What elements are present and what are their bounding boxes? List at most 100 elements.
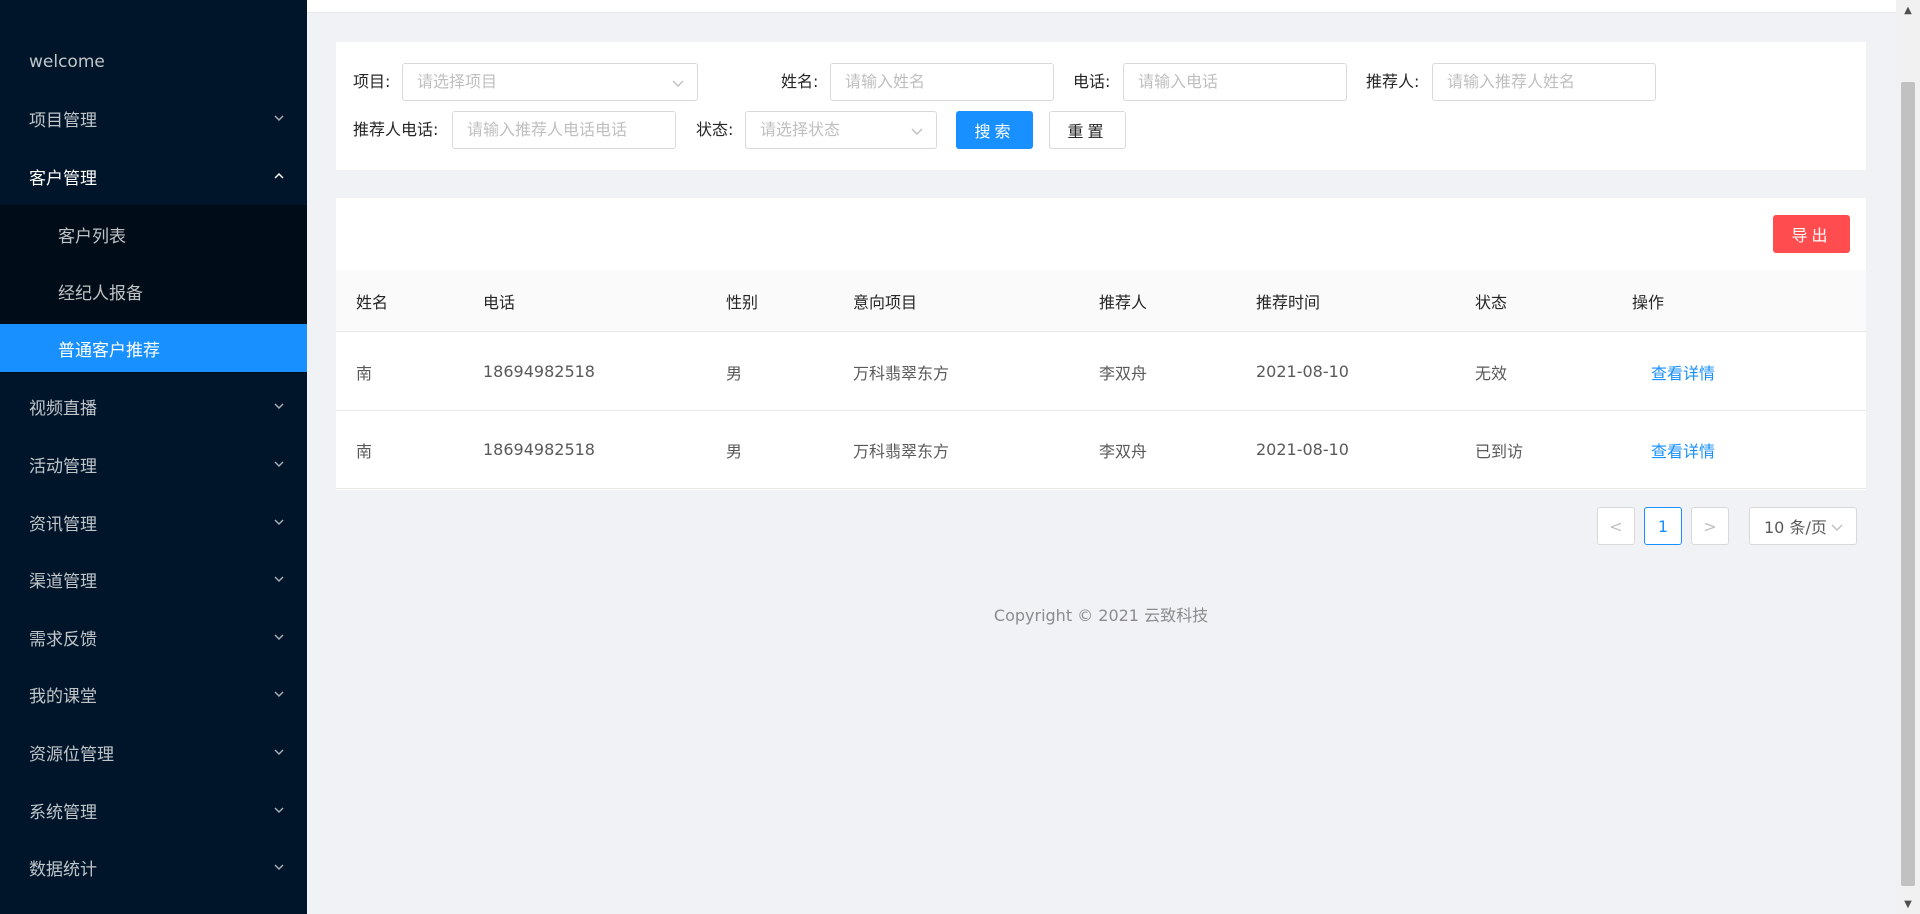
cell-project: 万科翡翠东方	[853, 441, 950, 461]
reset-button-label: 重置	[1067, 122, 1108, 141]
chevron-down-icon	[672, 80, 684, 87]
table-row: 南 18694982518 男 万科翡翠东方 李双舟 2021-08-10 无效…	[336, 333, 1866, 411]
search-button[interactable]: 搜索	[956, 111, 1033, 149]
chevron-down-icon	[1831, 524, 1843, 531]
column-header-phone: 电话	[483, 292, 516, 312]
referrer-phone-input[interactable]: 请输入推荐人电话电话	[452, 111, 676, 149]
filter-panel: 项目: 请选择项目 姓名: 请输入姓名 电话: 请输入电话 推荐人: 请输入推荐…	[336, 42, 1866, 170]
table-row: 南 18694982518 男 万科翡翠东方 李双舟 2021-08-10 已到…	[336, 411, 1866, 489]
referrer-phone-label: 推荐人电话:	[353, 120, 439, 139]
menu-item-label: 客户管理	[29, 168, 97, 189]
menu-item-label: 视频直播	[29, 398, 97, 419]
chevron-down-icon	[274, 115, 284, 122]
menu-item-label: 我的课堂	[29, 686, 97, 707]
menu-item-channel-management[interactable]: 渠道管理	[0, 554, 307, 604]
cell-phone: 18694982518	[483, 362, 595, 381]
menu-item-label: 资源位管理	[29, 744, 114, 765]
menu-item-data-statistics[interactable]: 数据统计	[0, 842, 307, 892]
view-details-link[interactable]: 查看详情	[1651, 333, 1715, 410]
column-header-status: 状态	[1475, 292, 1508, 312]
sub-item-customer-list[interactable]: 客户列表	[0, 209, 307, 259]
sidebar: welcome 项目管理 客户管理 客户列表 经纪人报备 普通客户推荐 视频直播…	[0, 0, 307, 914]
name-input[interactable]: 请输入姓名	[830, 63, 1054, 101]
cell-referral-time: 2021-08-10	[1256, 440, 1349, 459]
export-button[interactable]: 导出	[1773, 215, 1850, 253]
vertical-scrollbar[interactable]: ▲ ▼	[1896, 0, 1920, 914]
project-label: 项目:	[353, 72, 391, 91]
sub-item-regular-customer-referral[interactable]: 普通客户推荐	[0, 324, 307, 372]
scrollbar-thumb[interactable]	[1901, 82, 1915, 886]
menu-item-label: 系统管理	[29, 802, 97, 823]
column-header-gender: 性别	[726, 292, 759, 312]
scroll-down-arrow-icon[interactable]: ▼	[1896, 894, 1920, 914]
status-select[interactable]: 请选择状态	[745, 111, 937, 149]
table-header: 姓名 电话 性别 意向项目 推荐人 推荐时间 状态 操作	[336, 270, 1866, 332]
cell-project: 万科翡翠东方	[853, 363, 950, 383]
chevron-down-icon	[274, 634, 284, 641]
chevron-down-icon	[274, 807, 284, 814]
menu-item-video-live[interactable]: 视频直播	[0, 381, 307, 431]
sub-item-label: 普通客户推荐	[58, 340, 160, 361]
menu-item-label: 项目管理	[29, 110, 97, 131]
cell-gender: 男	[726, 363, 743, 383]
reset-button[interactable]: 重置	[1049, 111, 1126, 149]
chevron-down-icon	[274, 519, 284, 526]
phone-label: 电话:	[1073, 72, 1111, 91]
cell-referrer: 李双舟	[1099, 363, 1148, 383]
sub-item-label: 客户列表	[58, 226, 126, 247]
header-bar	[307, 0, 1896, 13]
page-number: 1	[1657, 516, 1669, 536]
search-button-label: 搜索	[974, 122, 1015, 141]
menu-item-welcome[interactable]: welcome	[0, 37, 307, 87]
phone-input-placeholder: 请输入电话	[1138, 72, 1219, 91]
chevron-down-icon	[274, 461, 284, 468]
chevron-left-icon: <	[1609, 516, 1623, 536]
sub-item-label: 经纪人报备	[58, 283, 143, 304]
data-table-panel: 导出 姓名 电话 性别 意向项目 推荐人 推荐时间 状态 操作 南 186949…	[336, 198, 1866, 490]
menu-item-activity-management[interactable]: 活动管理	[0, 439, 307, 489]
column-header-referrer: 推荐人	[1099, 292, 1148, 312]
view-details-link[interactable]: 查看详情	[1651, 411, 1715, 488]
menu-item-label: 需求反馈	[29, 629, 97, 650]
menu-item-system-management[interactable]: 系统管理	[0, 785, 307, 835]
column-header-project: 意向项目	[853, 292, 918, 312]
chevron-down-icon	[274, 403, 284, 410]
referrer-input-placeholder: 请输入推荐人姓名	[1447, 72, 1576, 91]
name-input-placeholder: 请输入姓名	[845, 72, 926, 91]
chevron-down-icon	[274, 864, 284, 871]
menu-item-resource-slot-management[interactable]: 资源位管理	[0, 727, 307, 777]
pagination-page-1[interactable]: 1	[1644, 507, 1682, 545]
app: welcome 项目管理 客户管理 客户列表 经纪人报备 普通客户推荐 视频直播…	[0, 0, 1920, 914]
pagination-next-button[interactable]: >	[1691, 507, 1729, 545]
column-header-actions: 操作	[1632, 292, 1665, 312]
cell-referrer: 李双舟	[1099, 441, 1148, 461]
referrer-input[interactable]: 请输入推荐人姓名	[1432, 63, 1656, 101]
cell-status: 无效	[1475, 363, 1508, 383]
chevron-up-icon	[274, 172, 284, 179]
cell-phone: 18694982518	[483, 440, 595, 459]
menu-item-news-management[interactable]: 资讯管理	[0, 497, 307, 547]
page-size-value: 10 条/页	[1764, 518, 1827, 537]
referrer-phone-input-placeholder: 请输入推荐人电话电话	[467, 120, 628, 139]
menu-item-label: 渠道管理	[29, 571, 97, 592]
menu-item-project-management[interactable]: 项目管理	[0, 93, 307, 143]
menu-item-label: 活动管理	[29, 456, 97, 477]
page-size-select[interactable]: 10 条/页	[1749, 507, 1857, 545]
menu-item-customer-management[interactable]: 客户管理	[0, 151, 307, 201]
chevron-down-icon	[274, 576, 284, 583]
cell-status: 已到访	[1475, 441, 1524, 461]
menu-item-my-classroom[interactable]: 我的课堂	[0, 669, 307, 719]
menu-item-label: 数据统计	[29, 859, 97, 880]
project-select-placeholder: 请选择项目	[417, 72, 498, 91]
status-label: 状态:	[696, 120, 734, 139]
pagination-prev-button[interactable]: <	[1597, 507, 1635, 545]
project-select[interactable]: 请选择项目	[402, 63, 698, 101]
sub-item-agent-report[interactable]: 经纪人报备	[0, 266, 307, 316]
column-header-referral-time: 推荐时间	[1256, 292, 1321, 312]
menu-item-label: 资讯管理	[29, 514, 97, 535]
phone-input[interactable]: 请输入电话	[1123, 63, 1347, 101]
export-button-label: 导出	[1791, 226, 1832, 245]
scroll-up-arrow-icon[interactable]: ▲	[1896, 0, 1920, 20]
menu-item-feedback[interactable]: 需求反馈	[0, 612, 307, 662]
referrer-label: 推荐人:	[1366, 72, 1420, 91]
